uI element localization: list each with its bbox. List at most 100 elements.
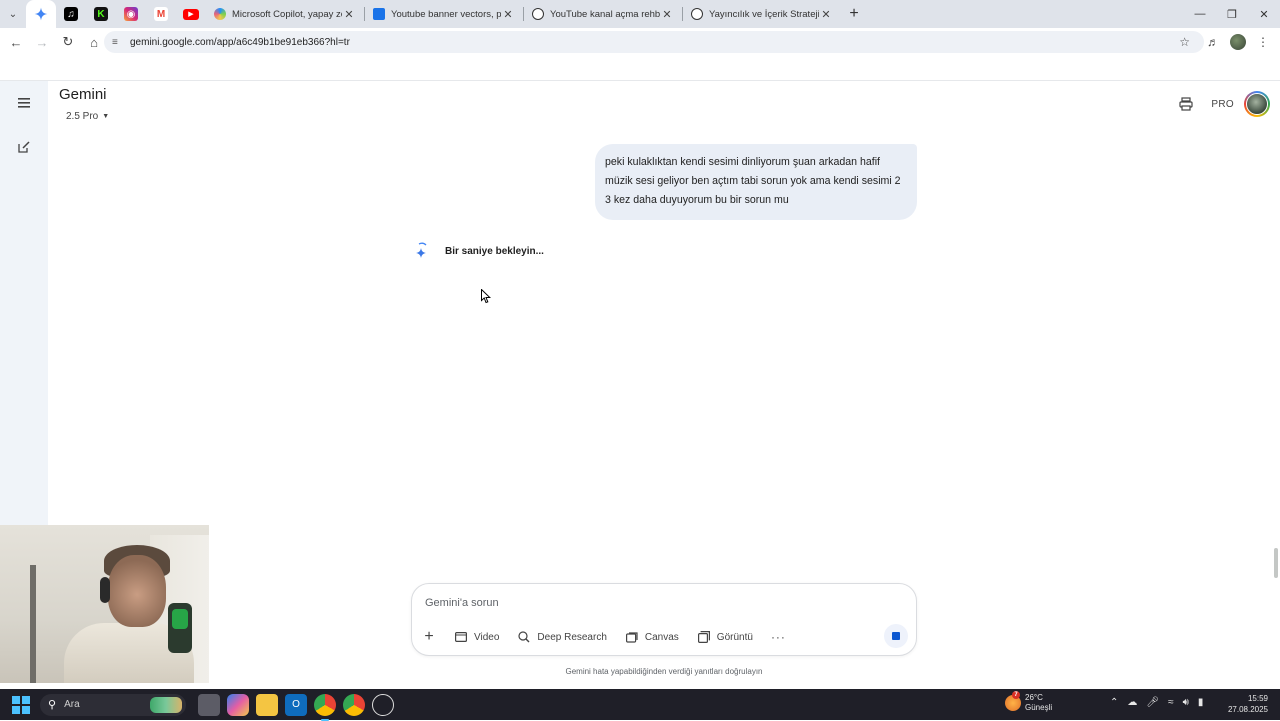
microphone-icon[interactable]: 🎤︎ <box>1146 697 1159 708</box>
outlook-icon[interactable]: O <box>285 693 307 716</box>
taskbar-search[interactable]: ⚲ Ara <box>40 693 186 716</box>
home-button[interactable]: ⌂ <box>82 30 106 54</box>
prompt-input[interactable]: Gemini'a sorun <box>425 597 499 609</box>
microphone <box>168 603 192 653</box>
weather-condition: Güneşli <box>1025 703 1053 712</box>
model-selector[interactable]: 2.5 Pro ▼ <box>60 108 115 124</box>
tab-yayincilik[interactable]: Yayıncılık ve İçerik Stratejisi Öne ✕ <box>683 0 841 28</box>
tab-title: Microsoft Copilot, yapay zeka e <box>232 8 342 20</box>
forward-button[interactable]: → <box>30 30 54 54</box>
task-view-icon[interactable] <box>198 693 220 716</box>
tray-chevron-up-icon[interactable]: ⌃ <box>1110 697 1118 708</box>
temporary-chat-button[interactable] <box>1175 93 1197 115</box>
instagram-icon: ◉ <box>124 7 138 21</box>
browser-menu-icon[interactable]: ⋮ <box>1252 31 1274 53</box>
loading-status: Bir saniye bekleyin... <box>445 246 544 257</box>
stop-response-button[interactable] <box>884 624 908 648</box>
weather-widget[interactable]: 7 26°C Güneşli <box>1005 691 1053 713</box>
pinned-tab-youtube[interactable]: ▶ <box>176 0 206 28</box>
weather-temp: 26°C <box>1025 693 1043 702</box>
gmail-icon: M <box>154 7 168 21</box>
copilot-app-icon[interactable] <box>227 693 249 716</box>
main-menu-button[interactable] <box>12 91 36 115</box>
clock-date: 27.08.2025 <box>1227 705 1268 714</box>
wifi-icon[interactable]: ≈ <box>1168 697 1174 708</box>
chrome-icon[interactable] <box>314 693 336 721</box>
account-avatar[interactable] <box>1244 91 1270 117</box>
taskbar-clock[interactable]: 15:59 27.08.2025 <box>1228 693 1268 715</box>
model-label: 2.5 Pro <box>66 110 99 122</box>
chatgpt-icon[interactable] <box>372 693 394 716</box>
close-tab-icon[interactable]: ✕ <box>660 8 674 21</box>
mic-arm <box>30 565 36 683</box>
pinned-tab-instagram[interactable]: ◉ <box>116 0 146 28</box>
video-icon <box>454 630 468 644</box>
toolbar-right: ♬ ⋮ <box>1202 31 1274 53</box>
pinned-tab-gmail[interactable]: M <box>146 0 176 28</box>
more-tools-button[interactable]: ··· <box>771 628 786 646</box>
side-rail <box>0 81 48 525</box>
tool-canvas[interactable]: Canvas <box>625 628 679 646</box>
tool-label: Deep Research <box>537 631 607 643</box>
weather-sun-icon: 7 <box>1005 691 1021 711</box>
back-button[interactable]: ← <box>4 30 28 54</box>
add-attachment-button[interactable]: + <box>422 628 436 646</box>
browser-toolbar: ← → ↻ ⌂ ≡ gemini.google.com/app/a6c49b1b… <box>0 28 1280 56</box>
webcam-overlay <box>0 525 209 683</box>
pinned-tab-kick[interactable]: K <box>86 0 116 28</box>
divider <box>0 80 1280 81</box>
image-icon <box>697 630 711 644</box>
weather-badge: 7 <box>1012 691 1020 699</box>
tab-title: Youtube banner vectors, photo <box>391 8 501 20</box>
gemini-spark-icon <box>416 242 427 258</box>
media-controls-icon[interactable]: ♬ <box>1202 31 1224 53</box>
window-controls: — ❐ ✕ <box>1184 0 1280 28</box>
onedrive-icon[interactable]: ☁ <box>1127 697 1137 708</box>
tab-youtube-banner[interactable]: Youtube banner vectors, photo ✕ <box>365 0 523 28</box>
battery-icon[interactable]: ▮ <box>1198 697 1204 708</box>
restore-icon[interactable]: ❐ <box>1216 0 1248 28</box>
close-tab-icon[interactable]: ✕ <box>501 8 515 21</box>
windows-start-icon[interactable] <box>12 695 30 714</box>
bookmark-star-icon[interactable]: ☆ <box>1179 35 1190 49</box>
close-window-icon[interactable]: ✕ <box>1248 0 1280 28</box>
tab-search-chevron-icon[interactable]: ⌄ <box>0 0 26 28</box>
avatar-photo <box>1246 93 1268 115</box>
address-bar[interactable]: ≡ gemini.google.com/app/a6c49b1be91eb366… <box>104 31 1204 53</box>
close-tab-icon[interactable]: ✕ <box>819 8 833 21</box>
tool-video[interactable]: Video <box>454 628 499 646</box>
header-actions: PRO <box>1175 91 1270 117</box>
tool-label: Canvas <box>644 631 679 643</box>
file-explorer-icon[interactable] <box>256 693 278 716</box>
deep-research-icon <box>517 630 531 644</box>
search-icon: ⚲ <box>48 699 57 711</box>
tool-image[interactable]: Görüntü <box>697 628 753 646</box>
tab-title: Yayıncılık ve İçerik Stratejisi Öne <box>709 8 819 20</box>
youtube-icon: ▶ <box>183 8 199 20</box>
minimize-icon[interactable]: — <box>1184 0 1216 28</box>
tab-copilot[interactable]: Microsoft Copilot, yapay zeka e ✕ <box>206 0 364 28</box>
scrollbar-thumb[interactable] <box>1274 548 1278 578</box>
pinned-tab-gemini[interactable] <box>26 0 56 28</box>
disclaimer-text: Gemini hata yapabildiğinden verdiği yanı… <box>565 667 763 676</box>
pinned-tab-tiktok[interactable]: ♫ <box>56 0 86 28</box>
tool-label: Görüntü <box>716 631 753 643</box>
new-chat-button[interactable] <box>12 135 36 159</box>
prompt-composer[interactable]: Gemini'a sorun + Video Deep Research Can… <box>411 583 917 656</box>
tool-deep-research[interactable]: Deep Research <box>517 628 607 646</box>
headphones <box>100 577 110 603</box>
gemini-icon <box>34 7 48 21</box>
print-icon <box>1179 97 1194 111</box>
volume-icon[interactable]: 🔊︎ <box>1183 697 1189 708</box>
tab-youtube-kanal[interactable]: YouTube kanal açma rehberi ✕ <box>524 0 682 28</box>
chrome-profile-icon[interactable] <box>343 693 365 716</box>
close-tab-icon[interactable]: ✕ <box>342 8 356 21</box>
site-settings-icon[interactable]: ≡ <box>112 37 126 48</box>
new-tab-button[interactable]: + <box>841 0 867 28</box>
edit-icon <box>18 141 30 153</box>
plus-icon: + <box>424 628 434 645</box>
windows-taskbar: ⚲ Ara O 7 26°C Güneşli ⌃ ☁ 🎤︎ ≈ 🔊︎ ▮ 15:… <box>0 689 1280 721</box>
profile-avatar[interactable] <box>1230 34 1246 50</box>
app-title: Gemini <box>59 86 107 103</box>
reload-button[interactable]: ↻ <box>56 30 80 54</box>
